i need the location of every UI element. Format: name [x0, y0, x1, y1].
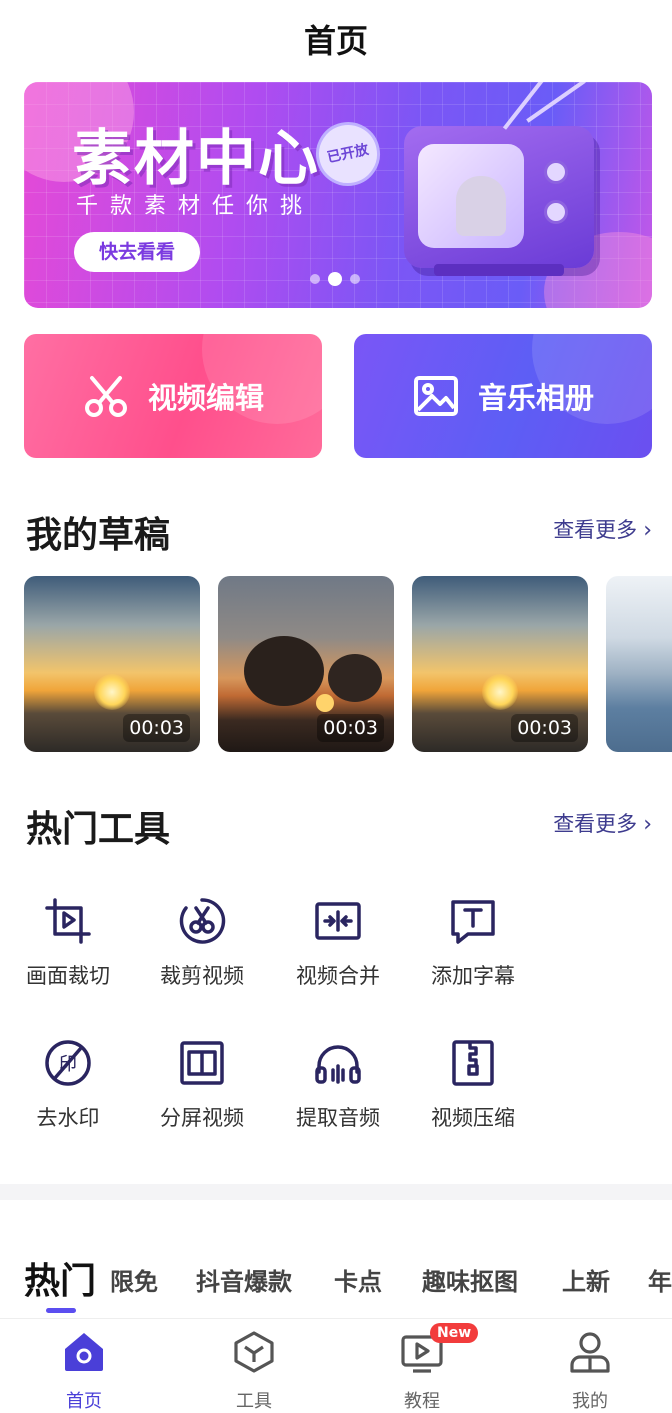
category-tab[interactable]: 卡点: [334, 1262, 382, 1297]
category-tab[interactable]: 抖音爆款: [196, 1262, 292, 1297]
banner[interactable]: 素材中心 已开放 千款素材任你挑 快去看看: [24, 82, 652, 308]
category-tab-hot[interactable]: 热门: [24, 1252, 96, 1304]
tool-subtitle[interactable]: 添加字幕: [413, 896, 533, 990]
tool-extract-audio[interactable]: 提取音频: [278, 1038, 398, 1132]
chevron-right-icon: ›: [643, 812, 652, 837]
sun: [482, 674, 518, 710]
tv-screen: [418, 144, 524, 248]
carousel-dot[interactable]: [310, 274, 320, 284]
category-tab[interactable]: 上新: [562, 1262, 610, 1297]
banner-subtitle: 千款素材任你挑: [76, 194, 315, 219]
tv-stand: [434, 264, 564, 276]
banner-button[interactable]: 快去看看: [74, 232, 200, 272]
category-tab[interactable]: 年: [648, 1262, 672, 1297]
user-icon: [570, 1332, 610, 1373]
tool-split-screen[interactable]: 分屏视频: [142, 1038, 262, 1132]
sun: [316, 694, 334, 712]
nav-home[interactable]: 首页: [24, 1329, 144, 1413]
bottom-nav: 首页 工具 New 教程 我的: [0, 1318, 672, 1413]
home-icon: [65, 1333, 103, 1371]
nav-label: 我的: [572, 1391, 608, 1412]
svg-text:印: 印: [59, 1054, 77, 1075]
tool-label: 视频压缩: [431, 1106, 515, 1130]
draft-thumbnail[interactable]: 00:03: [412, 576, 588, 752]
chevron-right-icon: ›: [643, 518, 652, 543]
tv-knob: [544, 200, 568, 224]
tool-compress[interactable]: 视频压缩: [413, 1038, 533, 1132]
draft-duration: 00:03: [123, 714, 190, 742]
draft-duration: 00:03: [317, 714, 384, 742]
nav-tutorial[interactable]: New 教程: [362, 1323, 482, 1413]
tools-title: 热门工具: [26, 809, 171, 850]
split-screen-icon: [180, 1041, 224, 1085]
tool-label: 画面裁切: [26, 964, 110, 988]
draft-thumbnail[interactable]: 00:03: [218, 576, 394, 752]
draft-thumbnail[interactable]: 00:03: [24, 576, 200, 752]
tool-label: 提取音频: [296, 1106, 380, 1130]
drafts-list[interactable]: 00:03 00:03 00:03: [24, 576, 672, 754]
carousel-dots[interactable]: [310, 272, 360, 286]
draft-thumbnail[interactable]: [606, 576, 672, 752]
draft-duration: 00:03: [511, 714, 578, 742]
tree: [244, 636, 324, 706]
nav-label: 教程: [404, 1391, 440, 1412]
see-more-label: 查看更多: [553, 518, 638, 542]
nav-profile[interactable]: 我的: [530, 1329, 650, 1413]
tool-label: 视频合并: [296, 964, 380, 988]
compress-icon: [452, 1040, 494, 1086]
tool-label: 裁剪视频: [160, 964, 244, 988]
tool-label: 添加字幕: [431, 964, 515, 988]
drafts-see-more[interactable]: 查看更多 ›: [553, 514, 652, 544]
tv-illustration: [404, 82, 594, 276]
tv-knob: [544, 160, 568, 184]
video-edit-card[interactable]: 视频编辑: [24, 334, 322, 458]
section-divider: [0, 1184, 672, 1200]
drafts-title: 我的草稿: [26, 515, 171, 556]
see-more-label: 查看更多: [553, 812, 638, 836]
image-icon: [413, 376, 458, 416]
music-album-card[interactable]: 音乐相册: [354, 334, 652, 458]
tree: [328, 654, 382, 702]
new-badge: New: [430, 1323, 479, 1343]
crop-icon: [45, 898, 91, 944]
banner-title: 素材中心: [72, 124, 320, 194]
tools-see-more[interactable]: 查看更多 ›: [553, 808, 652, 838]
watermark-remove-icon: 印: [45, 1040, 91, 1086]
carousel-dot-active[interactable]: [328, 272, 342, 286]
nav-label: 首页: [66, 1391, 102, 1412]
category-tab[interactable]: 限免: [110, 1262, 158, 1297]
cut-video-icon: [179, 898, 226, 944]
merge-icon: [315, 902, 361, 940]
tool-cut-video[interactable]: 裁剪视频: [142, 896, 262, 990]
page-title: 首页: [303, 22, 368, 60]
nav-label: 工具: [236, 1391, 272, 1412]
scissors-icon: [84, 376, 127, 417]
tool-watermark-remove[interactable]: 印 去水印: [8, 1038, 128, 1132]
tool-label: 去水印: [36, 1106, 100, 1130]
category-tab[interactable]: 趣味抠图: [422, 1262, 518, 1297]
carousel-dot[interactable]: [350, 274, 360, 284]
tool-label: 分屏视频: [160, 1106, 244, 1130]
statue-bust: [456, 176, 506, 236]
subtitle-icon: [451, 900, 495, 944]
tool-merge[interactable]: 视频合并: [278, 896, 398, 990]
active-tab-indicator: [46, 1308, 76, 1313]
nav-tools[interactable]: 工具: [194, 1329, 314, 1413]
headphones-icon: [315, 1045, 361, 1084]
tool-crop[interactable]: 画面裁切: [8, 896, 128, 990]
box-icon: [234, 1331, 274, 1373]
thumbnail-image: [606, 576, 672, 752]
sun: [94, 674, 130, 710]
